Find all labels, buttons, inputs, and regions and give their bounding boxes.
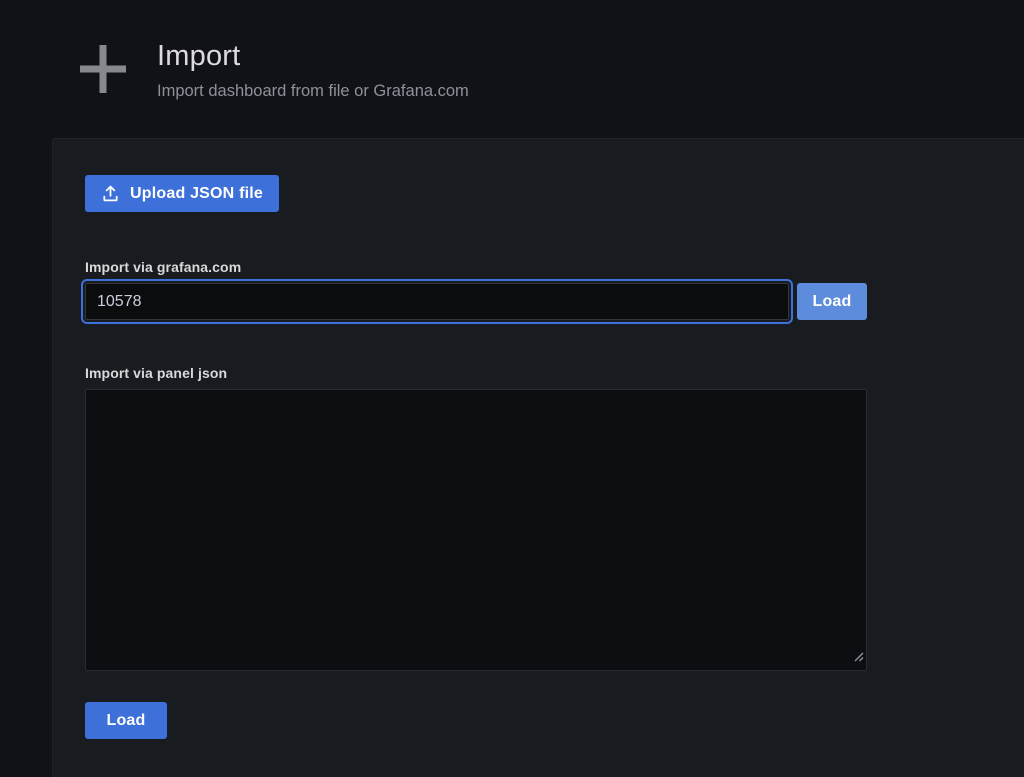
upload-icon [101,184,120,203]
header-text-block: Import Import dashboard from file or Gra… [157,38,469,101]
gcom-load-button[interactable]: Load [797,283,867,320]
plus-icon [80,42,126,96]
panel-json-textarea[interactable] [85,389,867,671]
load-button[interactable]: Load [85,702,167,739]
upload-json-file-label: Upload JSON file [130,185,263,203]
gcom-dashboard-id-input[interactable] [85,283,789,320]
import-via-gcom-group: Import via grafana.com Load [85,259,1024,320]
import-via-panel-json-group: Import via panel json [85,365,1024,671]
page-subtitle: Import dashboard from file or Grafana.co… [157,82,469,101]
upload-json-file-button[interactable]: Upload JSON file [85,175,279,212]
page-header: Import Import dashboard from file or Gra… [0,0,1024,138]
page-title: Import [157,40,469,73]
import-content-panel: Upload JSON file Import via grafana.com … [52,138,1024,777]
import-via-gcom-label: Import via grafana.com [85,259,1024,275]
import-via-panel-json-label: Import via panel json [85,365,1024,381]
